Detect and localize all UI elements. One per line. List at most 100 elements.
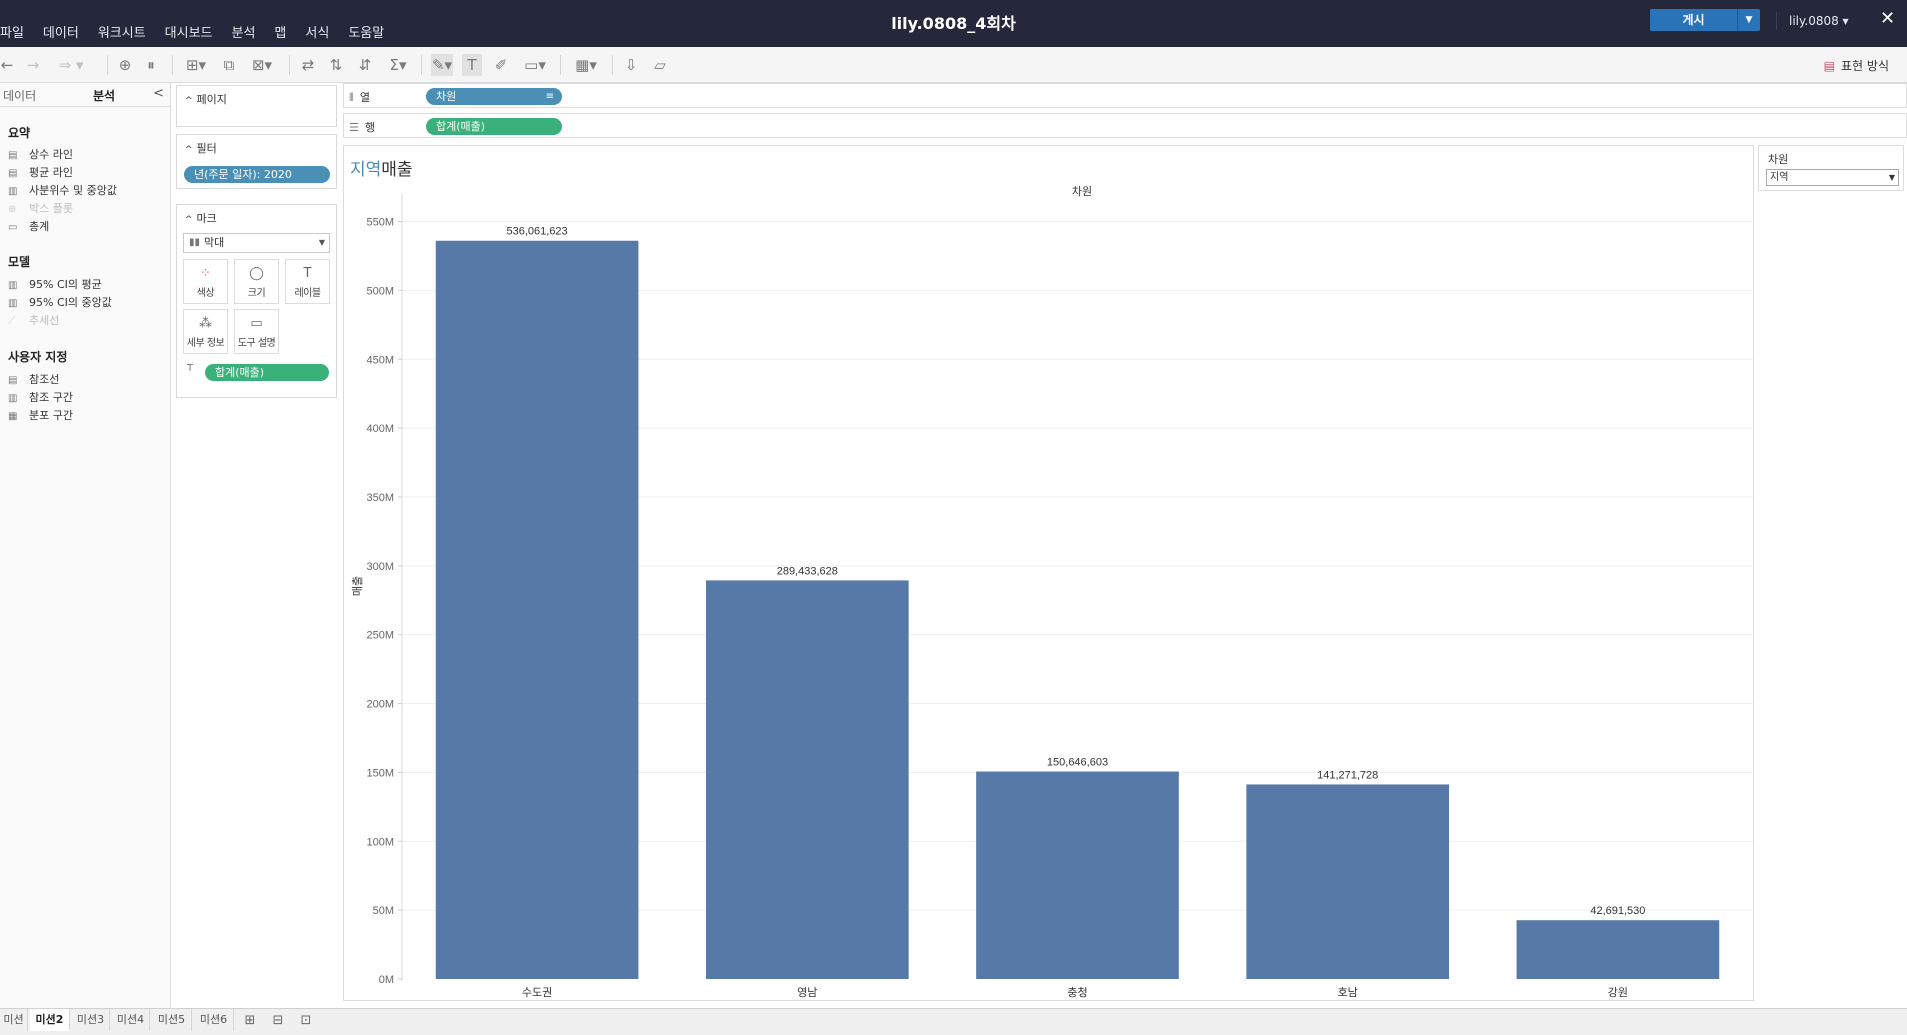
clear-sheet-icon[interactable]: ⊠▾ [249,54,275,76]
menu-worksheet[interactable]: 워크시트 [98,22,146,41]
menu-format[interactable]: 서식 [305,22,329,41]
tooltip-button[interactable]: ▭ 도구 설명 [234,309,279,354]
bar [976,771,1179,979]
columns-shelf[interactable]: ⦀ 열 차원 ≡ [343,83,1907,108]
analytics-pane: 데이터 분석 < 요약 ▤ 상수 라인 ▤ 평균 라인 ▥ 사분위수 및 중앙값 ⊕ 박… [0,83,171,1008]
filter-pill-year[interactable]: 년(주문 일자): 2020 [184,166,330,183]
band-icon: ▥ [8,298,18,309]
menu-dashboard[interactable]: 대시보드 [165,22,213,41]
distribution-icon: ▦ [8,411,18,422]
pause-updates-icon[interactable]: ⏸ [143,54,159,76]
label-pill-sum-sales[interactable]: 합계(매출) [205,364,329,381]
y-tick-label: 400M [366,423,394,435]
ci-mean-item[interactable]: ▥ 95% CI의 평균 [8,276,102,292]
reference-band-item[interactable]: ▥ 참조 구간 [8,389,73,405]
filters-card-title: 필터 [196,142,217,155]
tooltip-icon[interactable]: ⇩ [622,54,640,76]
bars [435,240,1720,979]
x-category-label: 영남 [797,986,817,999]
presentation-icon[interactable]: ▦▾ [571,54,601,76]
box-plot-item[interactable]: ⊕ 박스 플롯 [8,200,73,216]
new-datasource-icon[interactable]: ⊕ [117,54,133,76]
labels-icon[interactable]: T [462,54,482,76]
box-plot-icon: ⊕ [8,204,17,215]
line-icon: ▤ [8,168,18,179]
average-line-item[interactable]: ▤ 평균 라인 [8,164,73,180]
redo-icon[interactable]: → [26,54,40,76]
new-dashboard-icon[interactable]: ⊟ [266,1011,290,1031]
menu-help[interactable]: 도움말 [348,22,384,41]
bar-chart: 차원 매출 0M 50M 100M 150M 200M 250M 300M 350M 400M 4… [351,185,1753,999]
sheet-tab[interactable]: 미션6 [194,1009,234,1031]
publish-label[interactable]: 게시 [1650,9,1738,31]
chevron-down-icon: ▼ [318,238,325,247]
user-menu[interactable]: lily.0808 ▾ [1776,12,1882,30]
sheet-tab-active[interactable]: 미션2 [30,1009,70,1031]
rows-shelf[interactable]: ☰ 행 합계(매출) [343,113,1907,138]
rows-shelf-label: 행 [364,121,375,134]
undo-icon[interactable]: ← [0,54,14,76]
ci-median-item[interactable]: ▥ 95% CI의 중앙값 [8,294,112,310]
collapse-pane-icon[interactable]: < [153,86,164,101]
menu-analysis[interactable]: 분석 [232,22,256,41]
fit-icon[interactable]: ▭▾ [521,54,549,76]
quartile-median-item[interactable]: ▥ 사분위수 및 중앙값 [8,182,117,198]
columns-pill-dimension[interactable]: 차원 ≡ [426,88,562,105]
highlight-icon[interactable]: ✎▾ [431,54,453,76]
totals-icon[interactable]: Σ▾ [386,54,410,76]
rows-pill-sum-sales[interactable]: 합계(매출) [426,118,562,135]
close-icon[interactable]: ✕ [1880,8,1895,29]
sheet-tab[interactable]: 미션4 [112,1009,150,1031]
publish-dropdown-icon[interactable]: ▼ [1738,9,1760,31]
bar [1246,784,1450,979]
color-button[interactable]: ⁘ 색상 [183,259,228,304]
share-icon[interactable]: ▱ [650,54,670,76]
new-worksheet-icon[interactable]: ⊞ [238,1011,262,1031]
label-button[interactable]: T 레이블 [285,259,330,304]
chevron-up-icon: ^ [185,215,193,225]
sort-icon[interactable]: ≡ [546,88,554,105]
column-header-label: 차원 [1072,185,1092,198]
distribution-band-item[interactable]: ▦ 분포 구간 [8,407,73,423]
x-category-label: 강원 [1608,986,1628,999]
mark-type-dropdown[interactable]: ▮▮ 막대 ▼ [183,233,330,253]
swap-icon[interactable]: ⇄ [300,54,316,76]
new-worksheet-icon[interactable]: ⊞▾ [184,54,208,76]
trend-line-item[interactable]: ⟋ 추세선 [8,312,59,328]
toolbar: ← → ⇒ ▾ ⊕ ⏸ ⊞▾ ⧉ ⊠▾ ⇄ ⇅ ⇵ Σ▾ ✎▾ T ✐ ▭▾ ▦… [0,47,1907,83]
bar [705,580,909,979]
sheet-tab[interactable]: 미션3 [72,1009,110,1031]
publish-button[interactable]: 게시 ▼ [1650,9,1760,31]
reference-line-item[interactable]: ▤ 참조선 [8,371,59,387]
title-bar: 파일 데이터 워크시트 대시보드 분석 맵 서식 도움말 lily.0808_4… [0,0,1907,47]
y-tick-label: 0M [379,974,394,986]
menu-data[interactable]: 데이터 [43,22,79,41]
tab-data[interactable]: 데이터 [3,87,36,104]
tab-analysis[interactable]: 분석 [93,87,115,104]
show-me-label: 표현 방식 [1841,59,1889,73]
parameter-dropdown[interactable]: 지역 ▼ [1766,169,1899,186]
menu-file[interactable]: 파일 [0,22,24,41]
detail-button[interactable]: ⁂ 세부 정보 [183,309,228,354]
constant-line-item[interactable]: ▤ 상수 라인 [8,146,73,162]
x-category-label: 수도권 [522,986,552,999]
sheet-tab[interactable]: 미션5 [152,1009,192,1031]
filters-card[interactable]: ^ 필터 년(주문 일자): 2020 [176,134,337,189]
band-icon: ▥ [8,393,18,404]
replay-icon[interactable]: ⇒ ▾ [52,54,90,76]
size-button[interactable]: ◯ 크기 [234,259,279,304]
pages-card[interactable]: ^ 페이지 [176,85,337,127]
totals-item[interactable]: ▭ 총계 [8,218,49,234]
sheet-tab[interactable]: 미션1 [0,1009,28,1031]
sort-descending-icon[interactable]: ⇵ [357,54,373,76]
new-story-icon[interactable]: ⊡ [294,1011,318,1031]
y-tick-label: 500M [366,285,394,297]
label-icon: T [303,266,312,281]
sort-ascending-icon[interactable]: ⇅ [328,54,344,76]
duplicate-sheet-icon[interactable]: ⧉ [220,54,238,76]
menu-map[interactable]: 맵 [274,22,286,41]
data-label: 289,433,628 [777,565,838,577]
annotate-icon[interactable]: ✐ [492,54,510,76]
columns-icon: ⦀ [349,91,354,104]
show-me-button[interactable]: ▤ 표현 방식 [1824,57,1889,74]
